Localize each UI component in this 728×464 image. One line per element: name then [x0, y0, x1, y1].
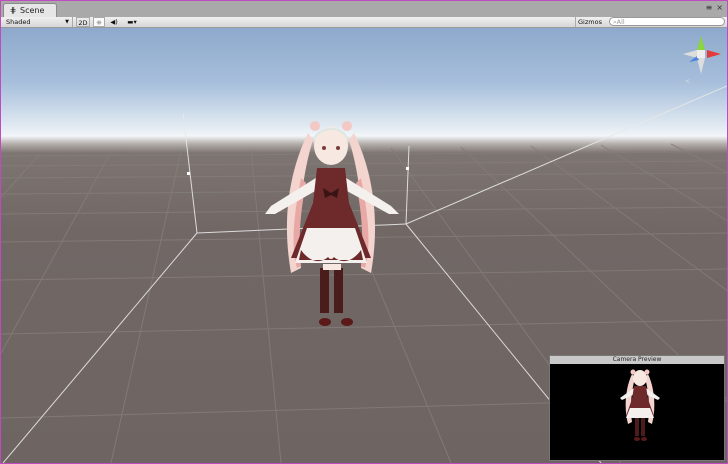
camera-preview: Camera Preview: [549, 355, 725, 461]
close-icon[interactable]: ×: [716, 3, 723, 12]
camera-preview-render: [550, 364, 724, 460]
chevron-down-icon: ▼: [65, 19, 69, 25]
scene-viewport[interactable]: < Camera Preview: [1, 28, 727, 463]
search-placeholder: All: [616, 18, 625, 26]
gizmos-label: Gizmos: [578, 18, 602, 26]
draw-mode-dropdown[interactable]: Shaded ▼: [4, 17, 73, 27]
tab-scene-label: Scene: [20, 6, 45, 15]
window-menu-icon[interactable]: ≡: [706, 3, 713, 12]
effects-dropdown-icon[interactable]: ▬▾: [123, 17, 141, 27]
toggle-2d-button[interactable]: 2D: [76, 17, 90, 27]
scene-window: ⋕Scene ≡× Shaded ▼ 2D ☼ ◀) ▬▾ Gizmos ▼ ⌕…: [0, 0, 728, 464]
character-model[interactable]: [265, 121, 399, 326]
gizmos-dropdown[interactable]: Gizmos ▼: [575, 17, 605, 36]
camera-preview-character: [620, 369, 660, 441]
camera-preview-title: Camera Preview: [550, 356, 724, 364]
draw-mode-label: Shaded: [6, 18, 31, 26]
tab-bar: ⋕ Scene ≡ ×: [1, 1, 727, 18]
audio-toggle-icon[interactable]: ◀): [108, 17, 120, 27]
window-controls: ≡ ×: [702, 3, 723, 12]
tab-scene[interactable]: ⋕ Scene: [3, 3, 57, 17]
scene-grid-icon: ⋕: [9, 6, 17, 15]
search-input[interactable]: ⌕All: [609, 17, 725, 26]
lighting-toggle-icon[interactable]: ☼: [93, 17, 105, 27]
axis-label: <: [685, 78, 691, 85]
scene-toolbar: Shaded ▼ 2D ☼ ◀) ▬▾ Gizmos ▼ ⌕All: [1, 17, 727, 36]
